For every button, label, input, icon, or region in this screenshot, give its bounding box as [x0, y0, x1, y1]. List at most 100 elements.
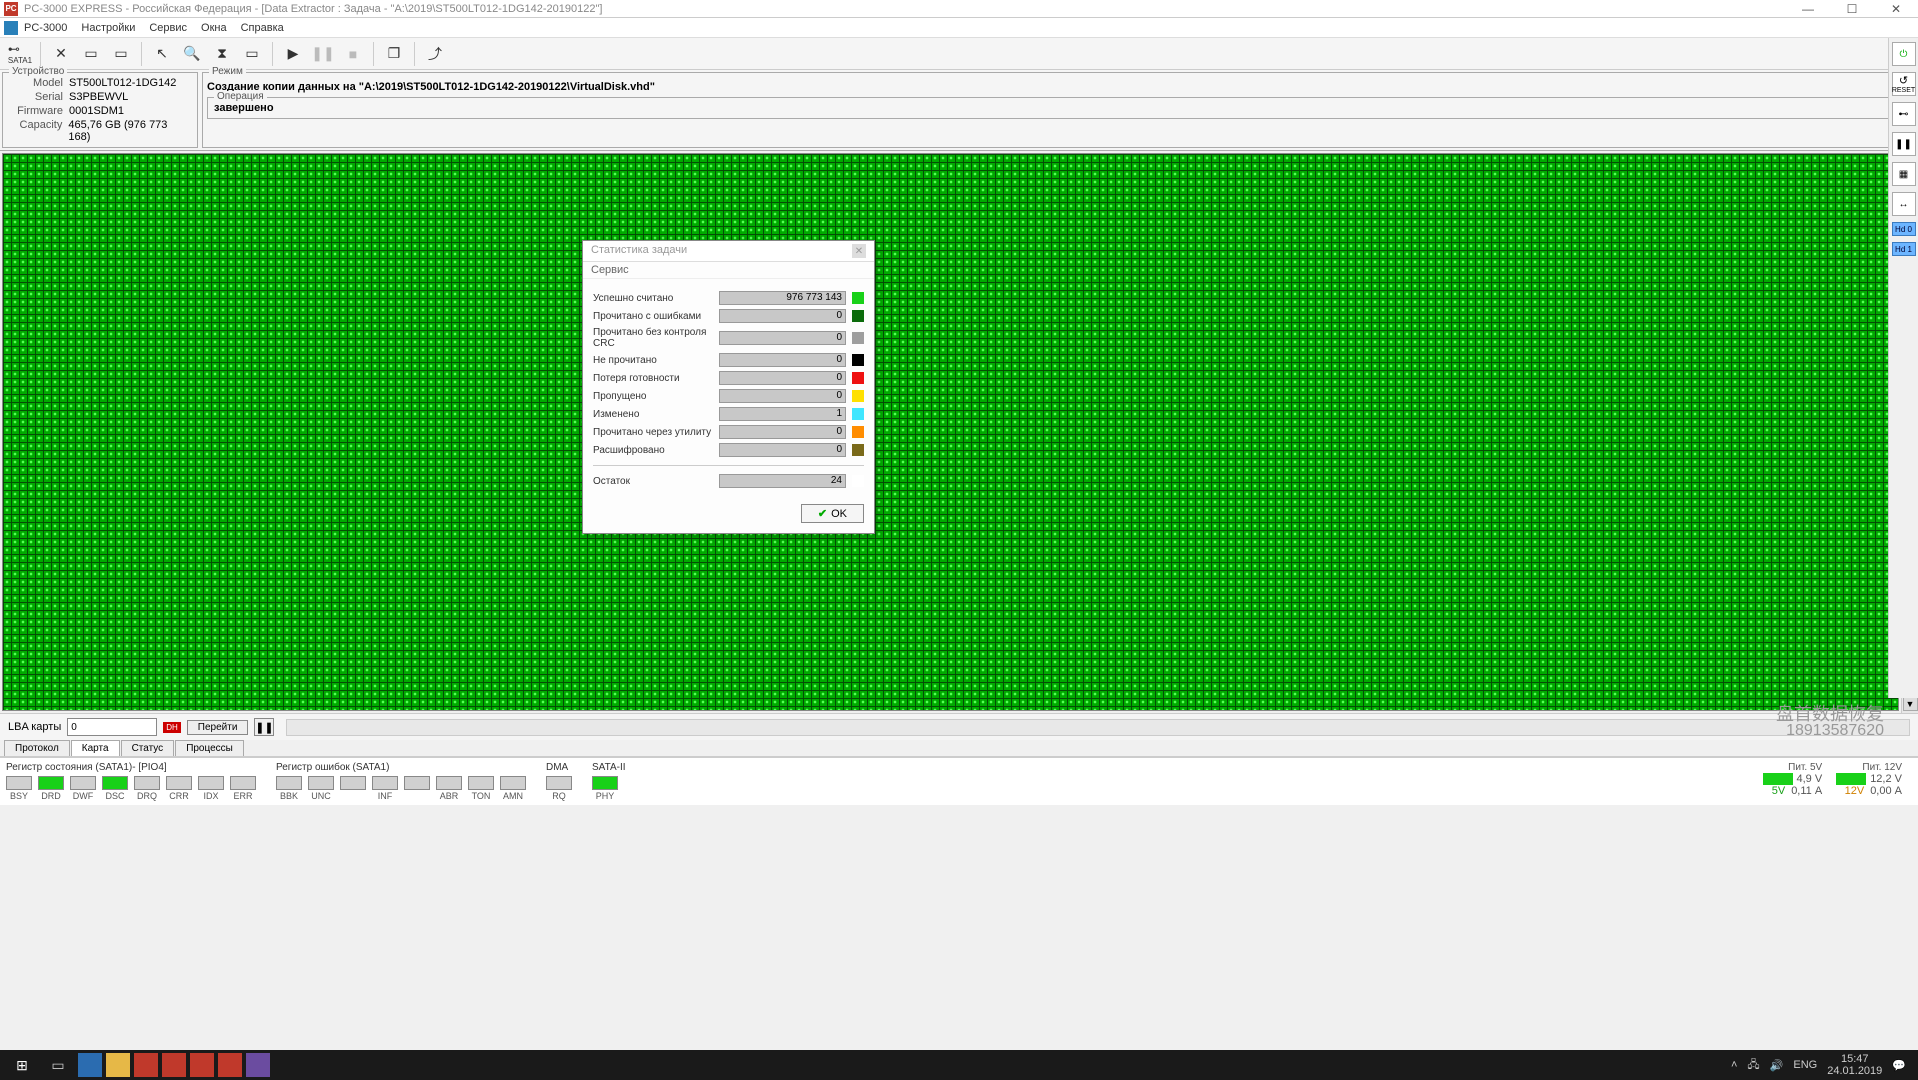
tray-clock[interactable]: 15:47 24.01.2019 [1827, 1053, 1882, 1077]
lba-input[interactable] [67, 718, 157, 736]
pointer-icon[interactable]: ↖ [148, 41, 176, 67]
hourglass-icon[interactable]: ⧗ [208, 41, 236, 67]
tab-protocol[interactable]: Протокол [4, 740, 70, 756]
register-box [308, 776, 334, 790]
sector-map[interactable] [3, 154, 1898, 710]
tray-lang[interactable]: ENG [1793, 1059, 1817, 1071]
operation-group: Операция завершено [207, 97, 1911, 119]
notifications-icon[interactable]: 💬 [1892, 1059, 1906, 1072]
pause-side-icon[interactable]: ❚❚ [1892, 132, 1916, 156]
register-label: DRD [41, 791, 61, 801]
register-box [468, 776, 494, 790]
register-label: ERR [233, 791, 252, 801]
stat-color-swatch [852, 426, 864, 438]
stat-value: 0 [719, 371, 846, 385]
pc3000-icon-4[interactable] [218, 1053, 242, 1077]
chip-icon[interactable]: ▦ [1892, 162, 1916, 186]
register-label: RQ [552, 791, 566, 801]
stat-label: Изменено [593, 409, 713, 420]
arrow-icon[interactable]: ↔ [1892, 192, 1916, 216]
lba-hex-icon[interactable]: DH [163, 722, 181, 733]
status-area: Регистр состояния (SATA1)- [PIO4] BSY DRD… [0, 757, 1918, 805]
stat-label: Прочитано через утилиту [593, 427, 713, 438]
operation-title: Операция [214, 91, 267, 102]
go-button[interactable]: Перейти [187, 720, 249, 735]
power-icon[interactable]: ⏻ [1892, 42, 1916, 66]
stat-row: Не прочитано0 [593, 353, 864, 367]
pause-button[interactable]: ❚❚ [254, 718, 274, 736]
menu-service[interactable]: Сервис [149, 22, 187, 34]
register-cell: DRD [38, 776, 64, 801]
minimize-button[interactable]: ― [1786, 0, 1830, 18]
ok-button[interactable]: ✔OK [801, 504, 864, 523]
pc3000-icon-3[interactable] [190, 1053, 214, 1077]
tools-icon[interactable]: ✕ [47, 41, 75, 67]
tab-map[interactable]: Карта [71, 740, 120, 756]
register-box [592, 776, 618, 790]
scroll-down-icon[interactable]: ▼ [1903, 696, 1918, 711]
status-register-title: Регистр состояния (SATA1)- [PIO4] [6, 762, 256, 773]
exit-icon[interactable]: ⤴ [421, 41, 449, 67]
register-label: TON [472, 791, 491, 801]
register-box [230, 776, 256, 790]
tab-processes[interactable]: Процессы [175, 740, 244, 756]
hd0-label[interactable]: Hd 0 [1892, 222, 1916, 236]
reset-icon[interactable]: ↺RESET [1892, 72, 1916, 96]
stat-value: 0 [719, 425, 846, 439]
register-cell: AMN [500, 776, 526, 801]
hd1-label[interactable]: Hd 1 [1892, 242, 1916, 256]
connector-icon[interactable]: ⊷ [1892, 102, 1916, 126]
tab-status[interactable]: Статус [121, 740, 175, 756]
stat-row: Потеря готовности 0 [593, 371, 864, 385]
binoculars-icon[interactable]: 🔍 [178, 41, 206, 67]
info-header: Устройство ModelST500LT012-1DG142 Serial… [0, 70, 1918, 151]
stat-row: Прочитано через утилиту 0 [593, 425, 864, 439]
pause-button-tb[interactable]: ❚❚ [309, 41, 337, 67]
tray-volume-icon[interactable]: 🔊 [1770, 1059, 1784, 1072]
dma-title: DMA [546, 762, 572, 773]
taskview-icon[interactable]: ▭ [40, 1051, 76, 1079]
register-label: INF [378, 791, 393, 801]
stat-row: Изменено1 [593, 407, 864, 421]
explorer-icon[interactable] [78, 1053, 102, 1077]
menu-settings[interactable]: Настройки [81, 22, 135, 34]
play-button[interactable]: ▶ [279, 41, 307, 67]
stop-button[interactable]: ■ [339, 41, 367, 67]
stat-label: Потеря готовности [593, 373, 713, 384]
register-label: UNC [311, 791, 331, 801]
sata-button[interactable]: ⊷SATA1 [6, 41, 34, 67]
stat-label: Успешно считано [593, 293, 713, 304]
register-box [6, 776, 32, 790]
dialog-menu[interactable]: Сервис [583, 262, 874, 279]
pc3000-icon-2[interactable] [162, 1053, 186, 1077]
tray-chevron-icon[interactable]: ˄ [1731, 1059, 1737, 1071]
folder-icon[interactable]: ▭ [238, 41, 266, 67]
close-button[interactable]: ✕ [1874, 0, 1918, 18]
power-area: Пит. 5V 4,9 V 5V0,11 А Пит. 12V 12,2 V 1… [1763, 762, 1913, 801]
register-label: BSY [10, 791, 28, 801]
start-button[interactable]: ⊞ [4, 1051, 40, 1079]
hex-app-icon[interactable] [246, 1053, 270, 1077]
menu-windows[interactable]: Окна [201, 22, 227, 34]
lba-row: LBA карты DH Перейти ❚❚ [0, 713, 1918, 740]
tray-network-icon[interactable]: 🖧 [1747, 1056, 1759, 1075]
dialog-close-button[interactable]: ✕ [852, 244, 866, 258]
horizontal-scrollbar[interactable] [286, 719, 1910, 736]
right-toolbar: ⏻ ↺RESET ⊷ ❚❚ ▦ ↔ Hd 0 Hd 1 [1888, 38, 1918, 698]
stat-value: 0 [719, 389, 846, 403]
statistics-dialog: Статистика задачи ✕ Сервис Успешно счита… [582, 240, 875, 534]
stat-label: Пропущено [593, 391, 713, 402]
pc3000-icon-1[interactable] [134, 1053, 158, 1077]
menu-app[interactable]: PC-3000 [24, 22, 67, 34]
error-register-group: Регистр ошибок (SATA1) BBKUNCINFABRTONAM… [276, 762, 526, 801]
dialog-titlebar[interactable]: Статистика задачи ✕ [583, 241, 874, 262]
stat-value: 0 [719, 331, 846, 345]
db-icon[interactable]: ▭ [77, 41, 105, 67]
menu-help[interactable]: Справка [241, 22, 284, 34]
hex-icon[interactable]: ▭ [107, 41, 135, 67]
copy-icon[interactable]: ❐ [380, 41, 408, 67]
power-12v: Пит. 12V 12,2 V 12V0,00 А [1836, 762, 1902, 801]
system-tray: ˄ 🖧 🔊 ENG 15:47 24.01.2019 💬 [1731, 1053, 1914, 1077]
maximize-button[interactable]: ☐ [1830, 0, 1874, 18]
folder-taskbar-icon[interactable] [106, 1053, 130, 1077]
